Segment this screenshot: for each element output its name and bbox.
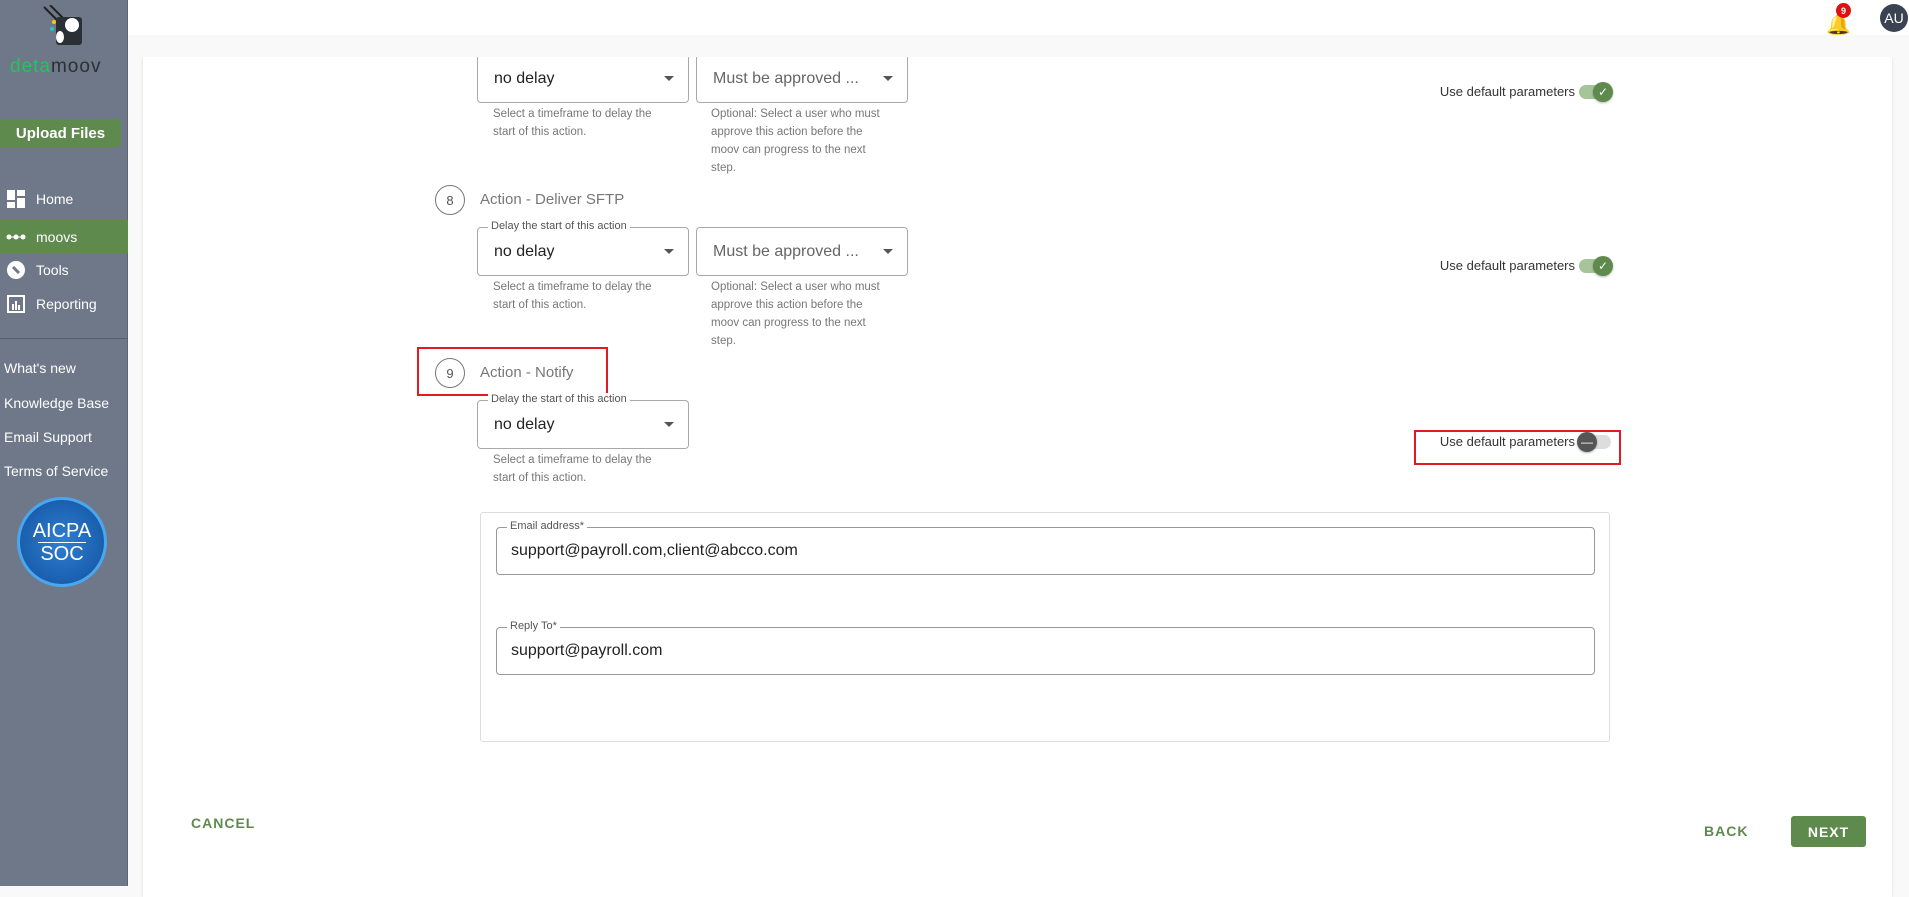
use-default-parameters: Use default parameters ✓	[1439, 255, 1613, 276]
step-number: 9	[435, 358, 465, 388]
use-default-toggle[interactable]: ✓	[1579, 255, 1613, 276]
email-value: support@payroll.com,client@abcco.com	[511, 542, 798, 559]
use-default-label: Use default parameters	[1439, 84, 1575, 99]
delay-help: Select a timeframe to delay the start of…	[493, 108, 652, 138]
main-card	[143, 57, 1892, 897]
approver-placeholder: Must be approved ...	[713, 69, 859, 87]
caret-down-icon	[664, 422, 674, 427]
badge-line2: SOC	[38, 542, 86, 565]
check-icon: ✓	[1593, 81, 1613, 102]
upload-files-button[interactable]: Upload Files	[0, 119, 121, 147]
delay-label: Delay the start of this action	[488, 393, 630, 405]
logo-icon	[42, 4, 82, 47]
caret-down-icon	[883, 76, 893, 81]
delay-select[interactable]: Delay the start of this action no delay	[477, 393, 689, 449]
reply-to-label: Reply To*	[507, 620, 560, 632]
caret-down-icon	[883, 249, 893, 254]
caret-down-icon	[664, 76, 674, 81]
minus-icon: —	[1577, 431, 1597, 452]
notification-count-badge: 9	[1836, 3, 1851, 18]
reply-to-value: support@payroll.com	[511, 642, 663, 659]
chart-icon	[6, 294, 26, 313]
nav-label: Tools	[36, 261, 69, 278]
reply-to-input[interactable]: Reply To* support@payroll.com	[496, 620, 1595, 675]
top-bar	[128, 0, 1909, 35]
sidebar-item-moovs[interactable]: moovs	[0, 220, 128, 253]
delay-select[interactable]: Delay the start of this action no delay	[477, 220, 689, 276]
nav-label: moovs	[36, 228, 78, 245]
badge-line1: AICPA	[32, 520, 92, 542]
delay-value: no delay	[494, 242, 555, 260]
delay-value: no delay	[494, 415, 555, 433]
email-support-link[interactable]: Email Support	[4, 429, 92, 445]
dashboard-icon	[6, 189, 26, 208]
use-default-toggle[interactable]: ✓	[1579, 81, 1613, 102]
content-top-band	[128, 35, 1909, 57]
step-title: Action - Deliver SFTP	[480, 191, 625, 208]
delay-help: Select a timeframe to delay the start of…	[493, 281, 652, 311]
use-default-toggle[interactable]: —	[1577, 431, 1611, 452]
next-button[interactable]: NEXT	[1791, 816, 1866, 847]
nav-label: Home	[36, 190, 74, 207]
logo-text: detamoov	[10, 56, 101, 78]
logo-text-a: deta	[10, 56, 51, 77]
whats-new-link[interactable]: What's new	[4, 360, 76, 376]
approver-help: Optional: Select a user who must approve…	[711, 281, 880, 347]
approver-select[interactable]: Must be approved ...	[696, 54, 908, 103]
email-label: Email address*	[507, 520, 587, 532]
sidebar: detamoov Upload Files Home moovs Tools R…	[0, 0, 128, 886]
check-icon: ✓	[1593, 255, 1613, 276]
use-default-label: Use default parameters	[1439, 434, 1575, 449]
logo-text-b: moov	[50, 56, 102, 77]
delay-select[interactable]: no delay	[477, 54, 689, 103]
use-default-parameters: Use default parameters —	[1439, 431, 1611, 452]
terms-of-service-link[interactable]: Terms of Service	[4, 463, 108, 479]
approver-help: Optional: Select a user who must approve…	[711, 108, 880, 174]
step-number: 8	[435, 185, 465, 215]
dots-icon	[6, 228, 26, 246]
approver-placeholder: Must be approved ...	[713, 242, 859, 260]
sidebar-item-tools[interactable]: Tools	[0, 253, 128, 286]
sidebar-item-reporting[interactable]: Reporting	[0, 287, 128, 320]
delay-label: Delay the start of this action	[488, 220, 630, 232]
aicpa-soc-badge: AICPA SOC	[17, 497, 107, 587]
email-address-input[interactable]: Email address* support@payroll.com,client…	[496, 520, 1595, 575]
knowledge-base-link[interactable]: Knowledge Base	[4, 395, 109, 411]
sidebar-item-home[interactable]: Home	[0, 182, 128, 215]
wrench-icon	[6, 260, 26, 279]
back-button[interactable]: BACK	[1704, 823, 1748, 839]
cancel-button[interactable]: CANCEL	[191, 815, 255, 831]
use-default-label: Use default parameters	[1439, 258, 1575, 273]
delay-help: Select a timeframe to delay the start of…	[493, 454, 652, 484]
sidebar-divider	[0, 338, 128, 339]
caret-down-icon	[664, 249, 674, 254]
use-default-parameters: Use default parameters ✓	[1439, 81, 1613, 102]
step-title: Action - Notify	[480, 364, 574, 381]
nav-label: Reporting	[36, 295, 97, 312]
user-avatar[interactable]: AU	[1880, 4, 1908, 32]
approver-select[interactable]: Must be approved ...	[696, 227, 908, 276]
delay-value: no delay	[494, 69, 555, 87]
